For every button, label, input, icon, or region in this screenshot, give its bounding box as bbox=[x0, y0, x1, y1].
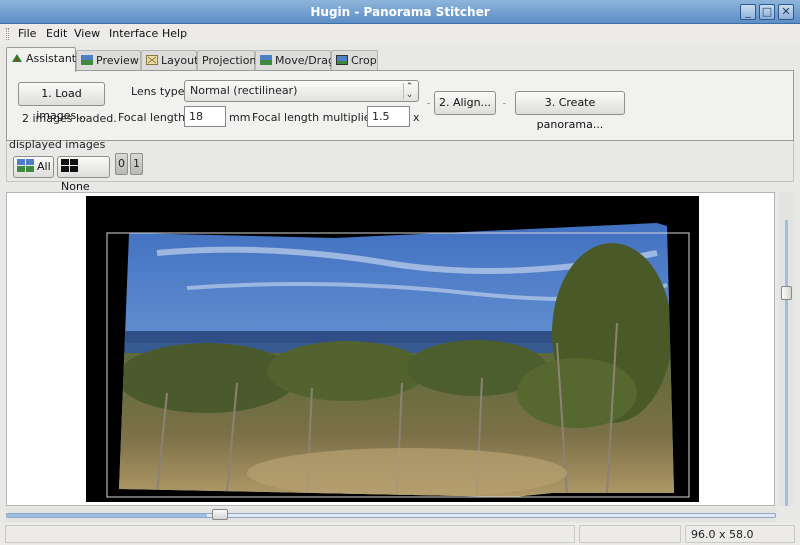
tab-label: Projection bbox=[202, 54, 257, 67]
panorama-preview-canvas[interactable] bbox=[6, 192, 775, 506]
show-all-label: All bbox=[37, 160, 51, 173]
move-drag-icon bbox=[260, 52, 272, 65]
close-icon[interactable]: ✕ bbox=[778, 4, 794, 20]
canvas-size-readout: 96.0 x 58.0 bbox=[691, 528, 754, 541]
focal-length-unit: mm bbox=[229, 111, 251, 124]
menu-interface[interactable]: Interface bbox=[109, 27, 158, 40]
images-loaded-status: 2 images loaded. bbox=[22, 112, 117, 125]
title-bar: Hugin - Panorama Stitcher _ □ ✕ bbox=[0, 0, 800, 24]
tab-label: Preview bbox=[96, 54, 139, 67]
step-separator bbox=[503, 103, 506, 104]
assistant-panel: 1. Load images... 2 images loaded. Lens … bbox=[6, 70, 794, 141]
vertical-scroll-track bbox=[785, 220, 788, 506]
status-cell-middle bbox=[579, 525, 681, 543]
align-button[interactable]: 2. Align... bbox=[434, 91, 496, 115]
no-images-icon bbox=[61, 159, 79, 173]
panorama-preview bbox=[86, 196, 699, 502]
focal-length-label: Focal length: bbox=[118, 111, 189, 124]
tab-label: Assistant bbox=[26, 52, 77, 65]
focal-multiplier-unit: x bbox=[413, 111, 420, 124]
image-toggle-0[interactable]: 0 bbox=[115, 153, 128, 175]
menu-grip bbox=[6, 28, 9, 40]
panorama-image bbox=[119, 223, 674, 497]
displayed-images-section: displayed images All None 0 1 bbox=[6, 138, 794, 193]
tab-label: Crop bbox=[351, 54, 377, 67]
lens-type-select[interactable]: Normal (rectilinear) ⌃ ⌄ bbox=[184, 80, 419, 102]
horizontal-scrollbar[interactable] bbox=[6, 508, 776, 522]
menu-edit[interactable]: Edit bbox=[46, 27, 67, 40]
maximize-icon[interactable]: □ bbox=[759, 4, 775, 20]
window-title: Hugin - Panorama Stitcher bbox=[310, 5, 490, 19]
tab-layout[interactable]: Layout bbox=[141, 50, 199, 71]
tab-label: Layout bbox=[161, 54, 199, 67]
tab-projection[interactable]: Projection bbox=[197, 50, 257, 71]
tab-preview[interactable]: Preview bbox=[76, 50, 141, 71]
horizontal-scroll-thumb[interactable] bbox=[212, 509, 228, 520]
preview-icon bbox=[81, 52, 93, 65]
all-images-icon bbox=[17, 159, 35, 173]
crop-icon bbox=[336, 52, 348, 65]
image-toggle-1[interactable]: 1 bbox=[130, 153, 143, 175]
tab-label: Move/Drag bbox=[275, 54, 335, 67]
lens-type-value: Normal (rectilinear) bbox=[190, 84, 298, 97]
status-cell-main bbox=[5, 525, 575, 543]
status-bar: 96.0 x 58.0 bbox=[0, 523, 800, 545]
menu-bar: File Edit View Interface Help bbox=[0, 24, 800, 44]
tab-assistant[interactable]: Assistant bbox=[6, 47, 76, 72]
load-images-button[interactable]: 1. Load images... bbox=[18, 82, 105, 122]
focal-length-input[interactable]: 18 bbox=[184, 106, 226, 127]
menu-file[interactable]: File bbox=[18, 27, 36, 40]
focal-multiplier-label: Focal length multiplier: bbox=[252, 111, 379, 124]
vertical-scroll-thumb[interactable] bbox=[781, 286, 792, 300]
menu-help[interactable]: Help bbox=[162, 27, 187, 40]
create-panorama-button[interactable]: 3. Create panorama... bbox=[515, 91, 625, 131]
chevron-updown-icon: ⌃ ⌄ bbox=[403, 83, 415, 100]
show-none-button[interactable]: None bbox=[57, 156, 110, 193]
tab-move-drag[interactable]: Move/Drag bbox=[255, 50, 335, 71]
minimize-icon[interactable]: _ bbox=[740, 4, 756, 20]
step-separator bbox=[427, 103, 430, 104]
show-all-button[interactable]: All bbox=[13, 156, 54, 178]
horizontal-scroll-fill bbox=[7, 514, 207, 517]
layout-icon bbox=[146, 52, 158, 65]
assistant-icon bbox=[11, 49, 23, 62]
focal-multiplier-input[interactable]: 1.5 bbox=[367, 106, 410, 127]
vertical-scrollbar[interactable] bbox=[779, 192, 794, 506]
status-cell-size: 96.0 x 58.0 bbox=[685, 525, 795, 543]
tab-crop[interactable]: Crop bbox=[331, 50, 378, 71]
lens-type-label: Lens type: bbox=[131, 85, 189, 98]
displayed-images-heading: displayed images bbox=[9, 138, 106, 151]
menu-view[interactable]: View bbox=[74, 27, 100, 40]
